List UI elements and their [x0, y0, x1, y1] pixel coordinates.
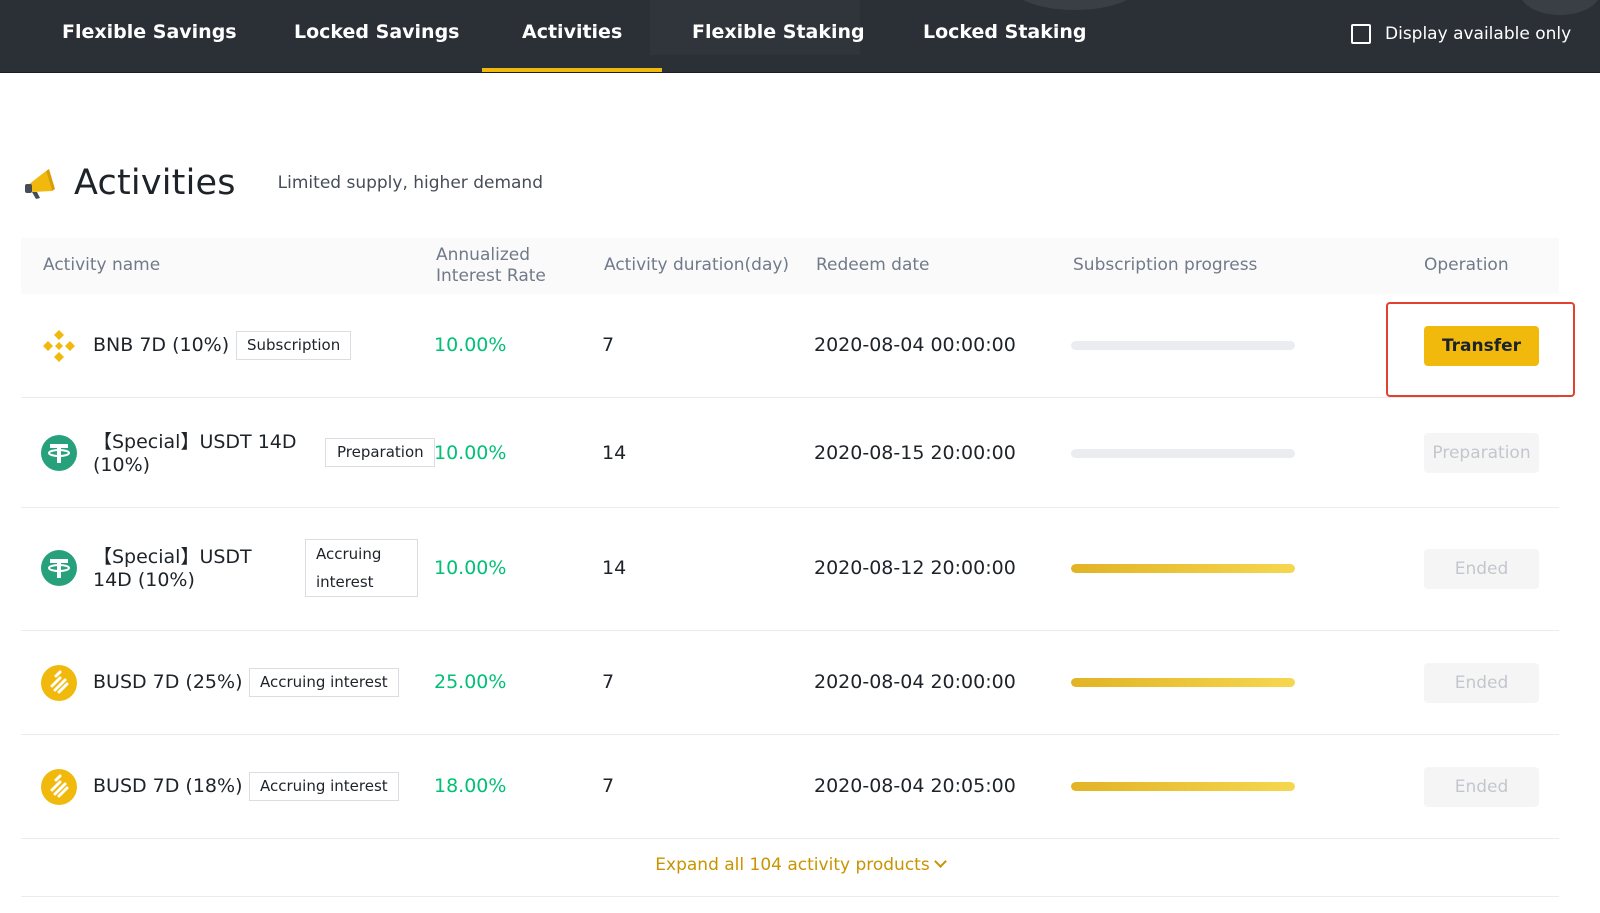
activity-name: BNB 7D (10%)	[93, 334, 230, 356]
subscription-progress-fill	[1071, 564, 1295, 573]
tab-locked-savings[interactable]: Locked Savings	[294, 0, 460, 72]
column-header-duration: Activity duration(day)	[604, 255, 790, 275]
table-row: 【Special】USDT 14D (10%) Accruing interes…	[21, 508, 1559, 631]
activity-duration: 14	[602, 557, 627, 579]
table-row: BUSD 7D (18%) Accruing interest 18.00% 7…	[21, 735, 1559, 839]
redeem-date: 2020-08-04 20:05:00	[814, 775, 1016, 797]
subscription-progress-bar	[1071, 782, 1295, 791]
interest-rate: 25.00%	[434, 671, 507, 693]
expand-all-label[interactable]: Expand all 104 activity products	[655, 855, 929, 875]
activity-name: 【Special】USDT 14D (10%)	[93, 431, 297, 476]
table-row: 【Special】USDT 14D (10%) Preparation 10.0…	[21, 398, 1559, 508]
chevron-down-icon	[933, 855, 947, 868]
status-badge: Accruing interest	[249, 668, 399, 697]
subscription-progress-fill	[1071, 782, 1295, 791]
column-header-subscription-progress: Subscription progress	[1073, 255, 1258, 275]
status-badge: Accruing interest	[249, 772, 399, 801]
interest-rate: 10.00%	[434, 442, 507, 464]
subscription-progress-bar	[1071, 564, 1295, 573]
subscription-progress-bar	[1071, 678, 1295, 687]
column-header-activity-name: Activity name	[43, 255, 161, 275]
busd-icon	[41, 769, 77, 805]
column-header-operation: Operation	[1424, 255, 1509, 275]
nav-background-decoration	[1520, 0, 1600, 15]
transfer-highlight-box	[1386, 302, 1575, 397]
activity-duration: 7	[602, 334, 615, 356]
ended-button[interactable]: Ended	[1424, 549, 1539, 589]
activity-name: 【Special】USDT 14D (10%)	[93, 546, 252, 591]
subscription-progress-bar	[1071, 449, 1295, 458]
megaphone-icon	[25, 169, 55, 199]
usdt-icon	[41, 435, 77, 471]
status-badge: Subscription	[236, 331, 352, 360]
busd-icon	[41, 665, 77, 701]
bnb-icon	[43, 330, 75, 362]
display-available-toggle[interactable]: Display available only	[1351, 22, 1571, 46]
ended-button[interactable]: Ended	[1424, 767, 1539, 807]
usdt-icon	[41, 550, 77, 586]
tab-activities[interactable]: Activities	[481, 0, 663, 72]
top-nav-bar: Flexible Savings Locked Savings Activiti…	[0, 0, 1600, 73]
subscription-progress-bar	[1071, 341, 1295, 350]
expand-all-link[interactable]: Expand all 104 activity products	[0, 855, 1600, 875]
table-header: Activity name Annualized Interest Rate A…	[21, 238, 1559, 294]
redeem-date: 2020-08-04 20:00:00	[814, 671, 1016, 693]
column-header-interest-rate: Annualized Interest Rate	[436, 245, 546, 286]
activity-duration: 7	[602, 671, 615, 693]
divider	[21, 896, 1559, 897]
table-row: BNB 7D (10%) Subscription 10.00% 7 2020-…	[21, 294, 1559, 398]
redeem-date: 2020-08-15 20:00:00	[814, 442, 1016, 464]
interest-rate: 18.00%	[434, 775, 507, 797]
preparation-button[interactable]: Preparation	[1424, 433, 1539, 473]
status-badge: Preparation	[325, 438, 435, 467]
redeem-date: 2020-08-12 20:00:00	[814, 557, 1016, 579]
redeem-date: 2020-08-04 00:00:00	[814, 334, 1016, 356]
tab-flexible-staking[interactable]: Flexible Staking	[692, 0, 865, 72]
activity-name: BUSD 7D (18%)	[93, 775, 243, 797]
table-row: BUSD 7D (25%) Accruing interest 25.00% 7…	[21, 631, 1559, 735]
tab-flexible-savings[interactable]: Flexible Savings	[62, 0, 237, 72]
activity-name: BUSD 7D (25%)	[93, 671, 243, 693]
status-badge: Accruing interest	[305, 539, 418, 597]
display-available-checkbox[interactable]	[1351, 24, 1371, 44]
interest-rate: 10.00%	[434, 334, 507, 356]
tab-locked-staking[interactable]: Locked Staking	[923, 0, 1087, 72]
page-subtitle: Limited supply, higher demand	[277, 173, 543, 193]
page-title: Activities	[74, 163, 236, 203]
interest-rate: 10.00%	[434, 557, 507, 579]
activity-duration: 14	[602, 442, 627, 464]
display-available-label: Display available only	[1385, 24, 1572, 44]
subscription-progress-fill	[1071, 678, 1295, 687]
ended-button[interactable]: Ended	[1424, 663, 1539, 703]
activity-duration: 7	[602, 775, 615, 797]
column-header-redeem-date: Redeem date	[816, 255, 930, 275]
section-heading: Activities Limited supply, higher demand	[24, 158, 543, 208]
